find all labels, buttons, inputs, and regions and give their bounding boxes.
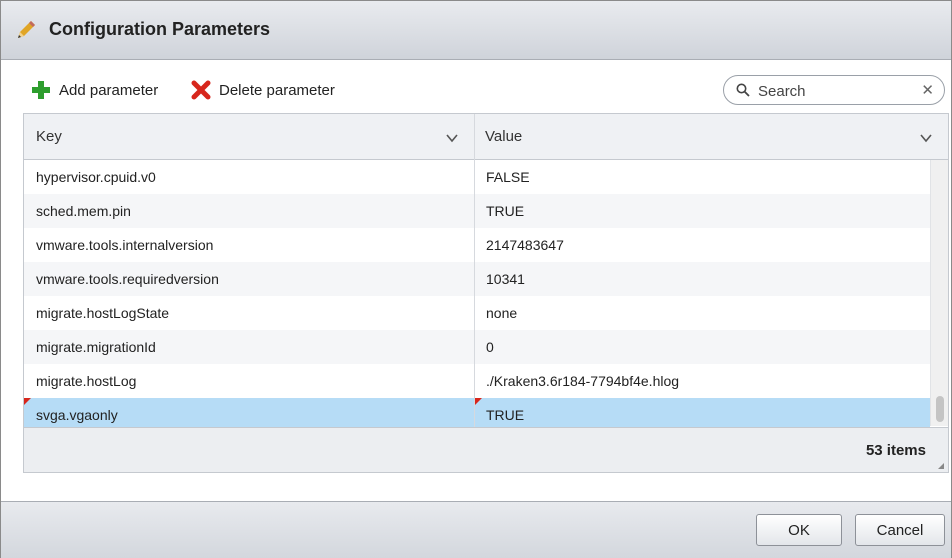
- item-count: 53 items: [865, 442, 926, 459]
- column-header-value[interactable]: Value: [475, 114, 948, 159]
- value-cell: TRUE: [486, 203, 525, 219]
- column-divider: [474, 114, 475, 472]
- table-row[interactable]: migrate.hostLog ./Kraken3.6r184-7794bf4e…: [24, 364, 930, 398]
- table-row[interactable]: vmware.tools.internalversion 2147483647: [24, 228, 930, 262]
- parameters-grid: Key Value hypervisor.cpuid.v0 FALSE sche…: [23, 113, 949, 473]
- plus-icon: [32, 81, 50, 99]
- dialog-title: Configuration Parameters: [49, 19, 271, 39]
- resize-grip-icon[interactable]: [938, 463, 944, 469]
- delete-parameter-button[interactable]: Delete parameter: [191, 79, 335, 101]
- value-cell: FALSE: [486, 169, 530, 185]
- close-icon[interactable]: ✕: [921, 81, 934, 99]
- chevron-down-icon[interactable]: [446, 130, 458, 147]
- configuration-parameters-dialog: Configuration Parameters Add parameter D…: [0, 0, 952, 558]
- table-row[interactable]: migrate.hostLogState none: [24, 296, 930, 330]
- key-cell: sched.mem.pin: [36, 203, 131, 219]
- value-cell: 2147483647: [486, 237, 564, 253]
- x-icon: [191, 80, 211, 100]
- scrollbar-thumb[interactable]: [936, 396, 944, 422]
- key-cell: migrate.hostLog: [36, 373, 137, 389]
- cancel-button[interactable]: Cancel: [855, 514, 945, 546]
- search-box: ✕: [723, 75, 945, 105]
- column-header-key-label: Key: [36, 128, 62, 145]
- table-row[interactable]: migrate.migrationId 0: [24, 330, 930, 364]
- table-row[interactable]: vmware.tools.requiredversion 10341: [24, 262, 930, 296]
- key-cell: migrate.hostLogState: [36, 305, 170, 321]
- table-row[interactable]: sched.mem.pin TRUE: [24, 194, 930, 228]
- dialog-title-bar: Configuration Parameters: [1, 1, 951, 60]
- value-cell: ./Kraken3.6r184-7794bf4e.hlog: [486, 373, 680, 389]
- chevron-down-icon[interactable]: [920, 130, 932, 147]
- key-cell: hypervisor.cpuid.v0: [36, 169, 156, 185]
- key-cell: vmware.tools.internalversion: [36, 237, 214, 253]
- add-parameter-label: Add parameter: [59, 81, 159, 99]
- dialog-button-bar: OK Cancel: [1, 501, 951, 558]
- value-cell: none: [486, 305, 518, 321]
- key-cell: migrate.migrationId: [36, 339, 156, 355]
- add-parameter-button[interactable]: Add parameter: [31, 79, 158, 101]
- modified-flag-icon: [475, 398, 482, 405]
- modified-flag-icon: [24, 398, 31, 405]
- search-input[interactable]: [756, 80, 920, 102]
- table-row[interactable]: hypervisor.cpuid.v0 FALSE: [24, 160, 930, 194]
- pencil-icon: [15, 19, 37, 46]
- ok-button[interactable]: OK: [756, 514, 842, 546]
- column-header-value-label: Value: [485, 128, 523, 145]
- column-header-key[interactable]: Key: [24, 114, 474, 159]
- grid-footer: 53 items: [24, 427, 948, 472]
- delete-parameter-label: Delete parameter: [219, 81, 335, 99]
- key-cell: vmware.tools.requiredversion: [36, 271, 219, 287]
- value-cell: 10341: [486, 271, 525, 287]
- value-cell: 0: [486, 339, 494, 355]
- grid-scrollbar[interactable]: [930, 160, 948, 426]
- grid-header: Key Value: [24, 114, 948, 160]
- search-icon: [736, 83, 750, 102]
